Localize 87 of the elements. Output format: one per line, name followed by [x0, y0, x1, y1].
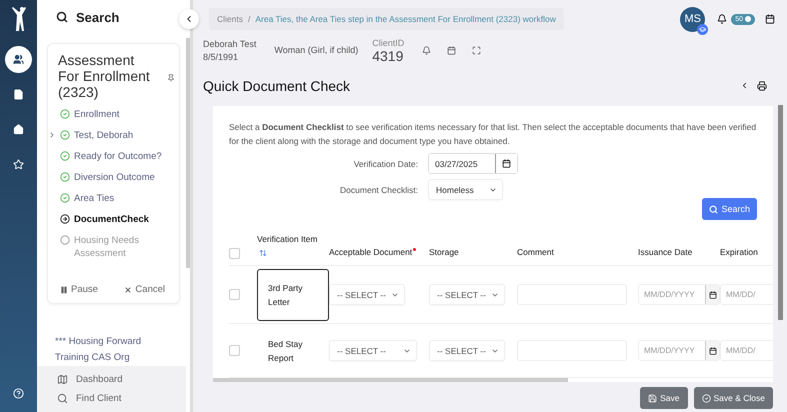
calendar-icon[interactable]	[765, 14, 775, 24]
column-header: Issuance Date	[638, 246, 694, 259]
bell-icon[interactable]	[717, 14, 728, 24]
column-header: Acceptable Document	[329, 246, 422, 259]
search-button[interactable]: Search	[702, 198, 757, 220]
row-checkbox[interactable]	[229, 345, 240, 356]
issuance-date-field[interactable]: MM/DD/YYYY	[638, 284, 720, 305]
home-icon	[13, 124, 24, 135]
workflow-title: Assessment For Enrollment (2323)	[58, 52, 150, 100]
pause-icon	[60, 286, 68, 294]
column-header: Expiration	[720, 246, 759, 259]
issuance-date-field[interactable]: MM/DD/YYYY	[638, 340, 720, 361]
client-id-label: ClientID	[372, 38, 404, 48]
field-label: Verification Date:	[352, 158, 419, 168]
document-select[interactable]: -- SELECT --	[329, 284, 405, 305]
document-icon	[13, 89, 24, 100]
save-icon	[648, 394, 658, 402]
verification-item: 3rd Party Letter	[257, 268, 329, 320]
help-icon[interactable]	[13, 388, 24, 399]
checklist-select[interactable]: Homeless	[428, 179, 503, 200]
fullscreen-icon[interactable]	[472, 46, 482, 55]
column-header: Comment	[517, 246, 555, 259]
print-icon[interactable]	[757, 81, 767, 91]
workflow-step[interactable]: DocumentCheck	[74, 213, 149, 226]
close-icon	[124, 286, 132, 294]
calendar-icon	[502, 159, 511, 168]
client-name: Deborah Test	[203, 38, 256, 51]
client-gender: Woman (Girl, if child)	[274, 45, 358, 55]
verification-item: Bed Stay Report	[267, 338, 304, 365]
client-dob: 8/5/1991	[203, 51, 240, 64]
expiration-date-field[interactable]: MM/DD/	[720, 340, 773, 361]
document-select[interactable]: -- SELECT --	[329, 340, 417, 361]
calendar-button[interactable]	[705, 285, 719, 304]
pin-icon[interactable]	[167, 74, 175, 82]
bell-icon[interactable]	[422, 46, 432, 55]
workflow-step[interactable]: Ready for Outcome?	[74, 150, 162, 163]
field-label: Document Checklist:	[339, 184, 419, 194]
organization-link[interactable]: *** Housing Forward Training CAS Org	[37, 304, 190, 366]
chevron-icon[interactable]	[740, 81, 749, 90]
circle-icon	[60, 235, 70, 245]
nav-rail-item[interactable]	[5, 46, 32, 73]
search-icon	[709, 204, 718, 214]
save-close-button[interactable]: Save & Close	[694, 387, 773, 409]
storage-select[interactable]: -- SELECT --	[429, 284, 505, 305]
calendar-button[interactable]	[495, 154, 517, 173]
check-circle-icon	[60, 109, 70, 119]
map-icon	[57, 374, 68, 385]
search-label[interactable]: Search	[76, 10, 120, 24]
breadcrumb-separator: /	[248, 14, 250, 24]
calendar-button[interactable]	[705, 341, 719, 360]
select-all-checkbox[interactable]	[229, 248, 240, 259]
calendar-icon	[708, 290, 716, 298]
workflow-step[interactable]: Diversion Outcome	[74, 171, 155, 184]
search-icon	[56, 11, 68, 23]
check-circle-icon	[702, 394, 710, 402]
storage-select[interactable]: -- SELECT --	[429, 340, 505, 361]
column-header[interactable]: Verification Item	[257, 233, 329, 259]
chevron-icon[interactable]	[48, 131, 56, 139]
check-circle-icon	[60, 130, 70, 140]
cancel-button[interactable]: Cancel	[124, 284, 165, 295]
row-checkbox[interactable]	[229, 289, 240, 300]
calendar-icon	[708, 346, 716, 354]
required-mark	[413, 248, 416, 251]
instructions: Select a Document Checklist to see verification items necessary for that list. Then select the acceptable documents that have been verified for the client along with the storage and document type you have obtained.	[229, 121, 758, 148]
column-header: Storage	[429, 246, 460, 259]
check-circle-icon	[60, 193, 70, 203]
calendar-icon[interactable]	[447, 46, 456, 55]
date-field[interactable]: 03/27/2025	[428, 153, 518, 174]
workflow-step[interactable]: Enrollment	[74, 108, 120, 121]
check-circle-icon	[60, 172, 70, 182]
nav-link[interactable]: Dashboard	[37, 370, 186, 389]
expiration-date-field[interactable]: MM/DD/	[720, 284, 773, 305]
workflow-step[interactable]: Test, Deborah	[74, 129, 134, 142]
cap-icon	[699, 26, 706, 32]
page-title: Quick Document Check	[203, 78, 350, 94]
people-icon	[13, 54, 24, 65]
star-icon	[13, 159, 24, 170]
nav-link[interactable]: Find Client	[37, 389, 186, 408]
arrow-circle-icon	[60, 214, 70, 224]
check-circle-icon	[60, 151, 70, 161]
workflow-step[interactable]: Area Ties	[74, 192, 114, 205]
client-id: 4319	[372, 48, 404, 64]
save-button[interactable]: Save	[640, 387, 688, 409]
user-avatar[interactable]: MS	[680, 6, 706, 32]
sort-icon[interactable]	[259, 248, 267, 257]
search-icon	[57, 393, 68, 404]
pause-button[interactable]: Pause	[60, 284, 98, 295]
